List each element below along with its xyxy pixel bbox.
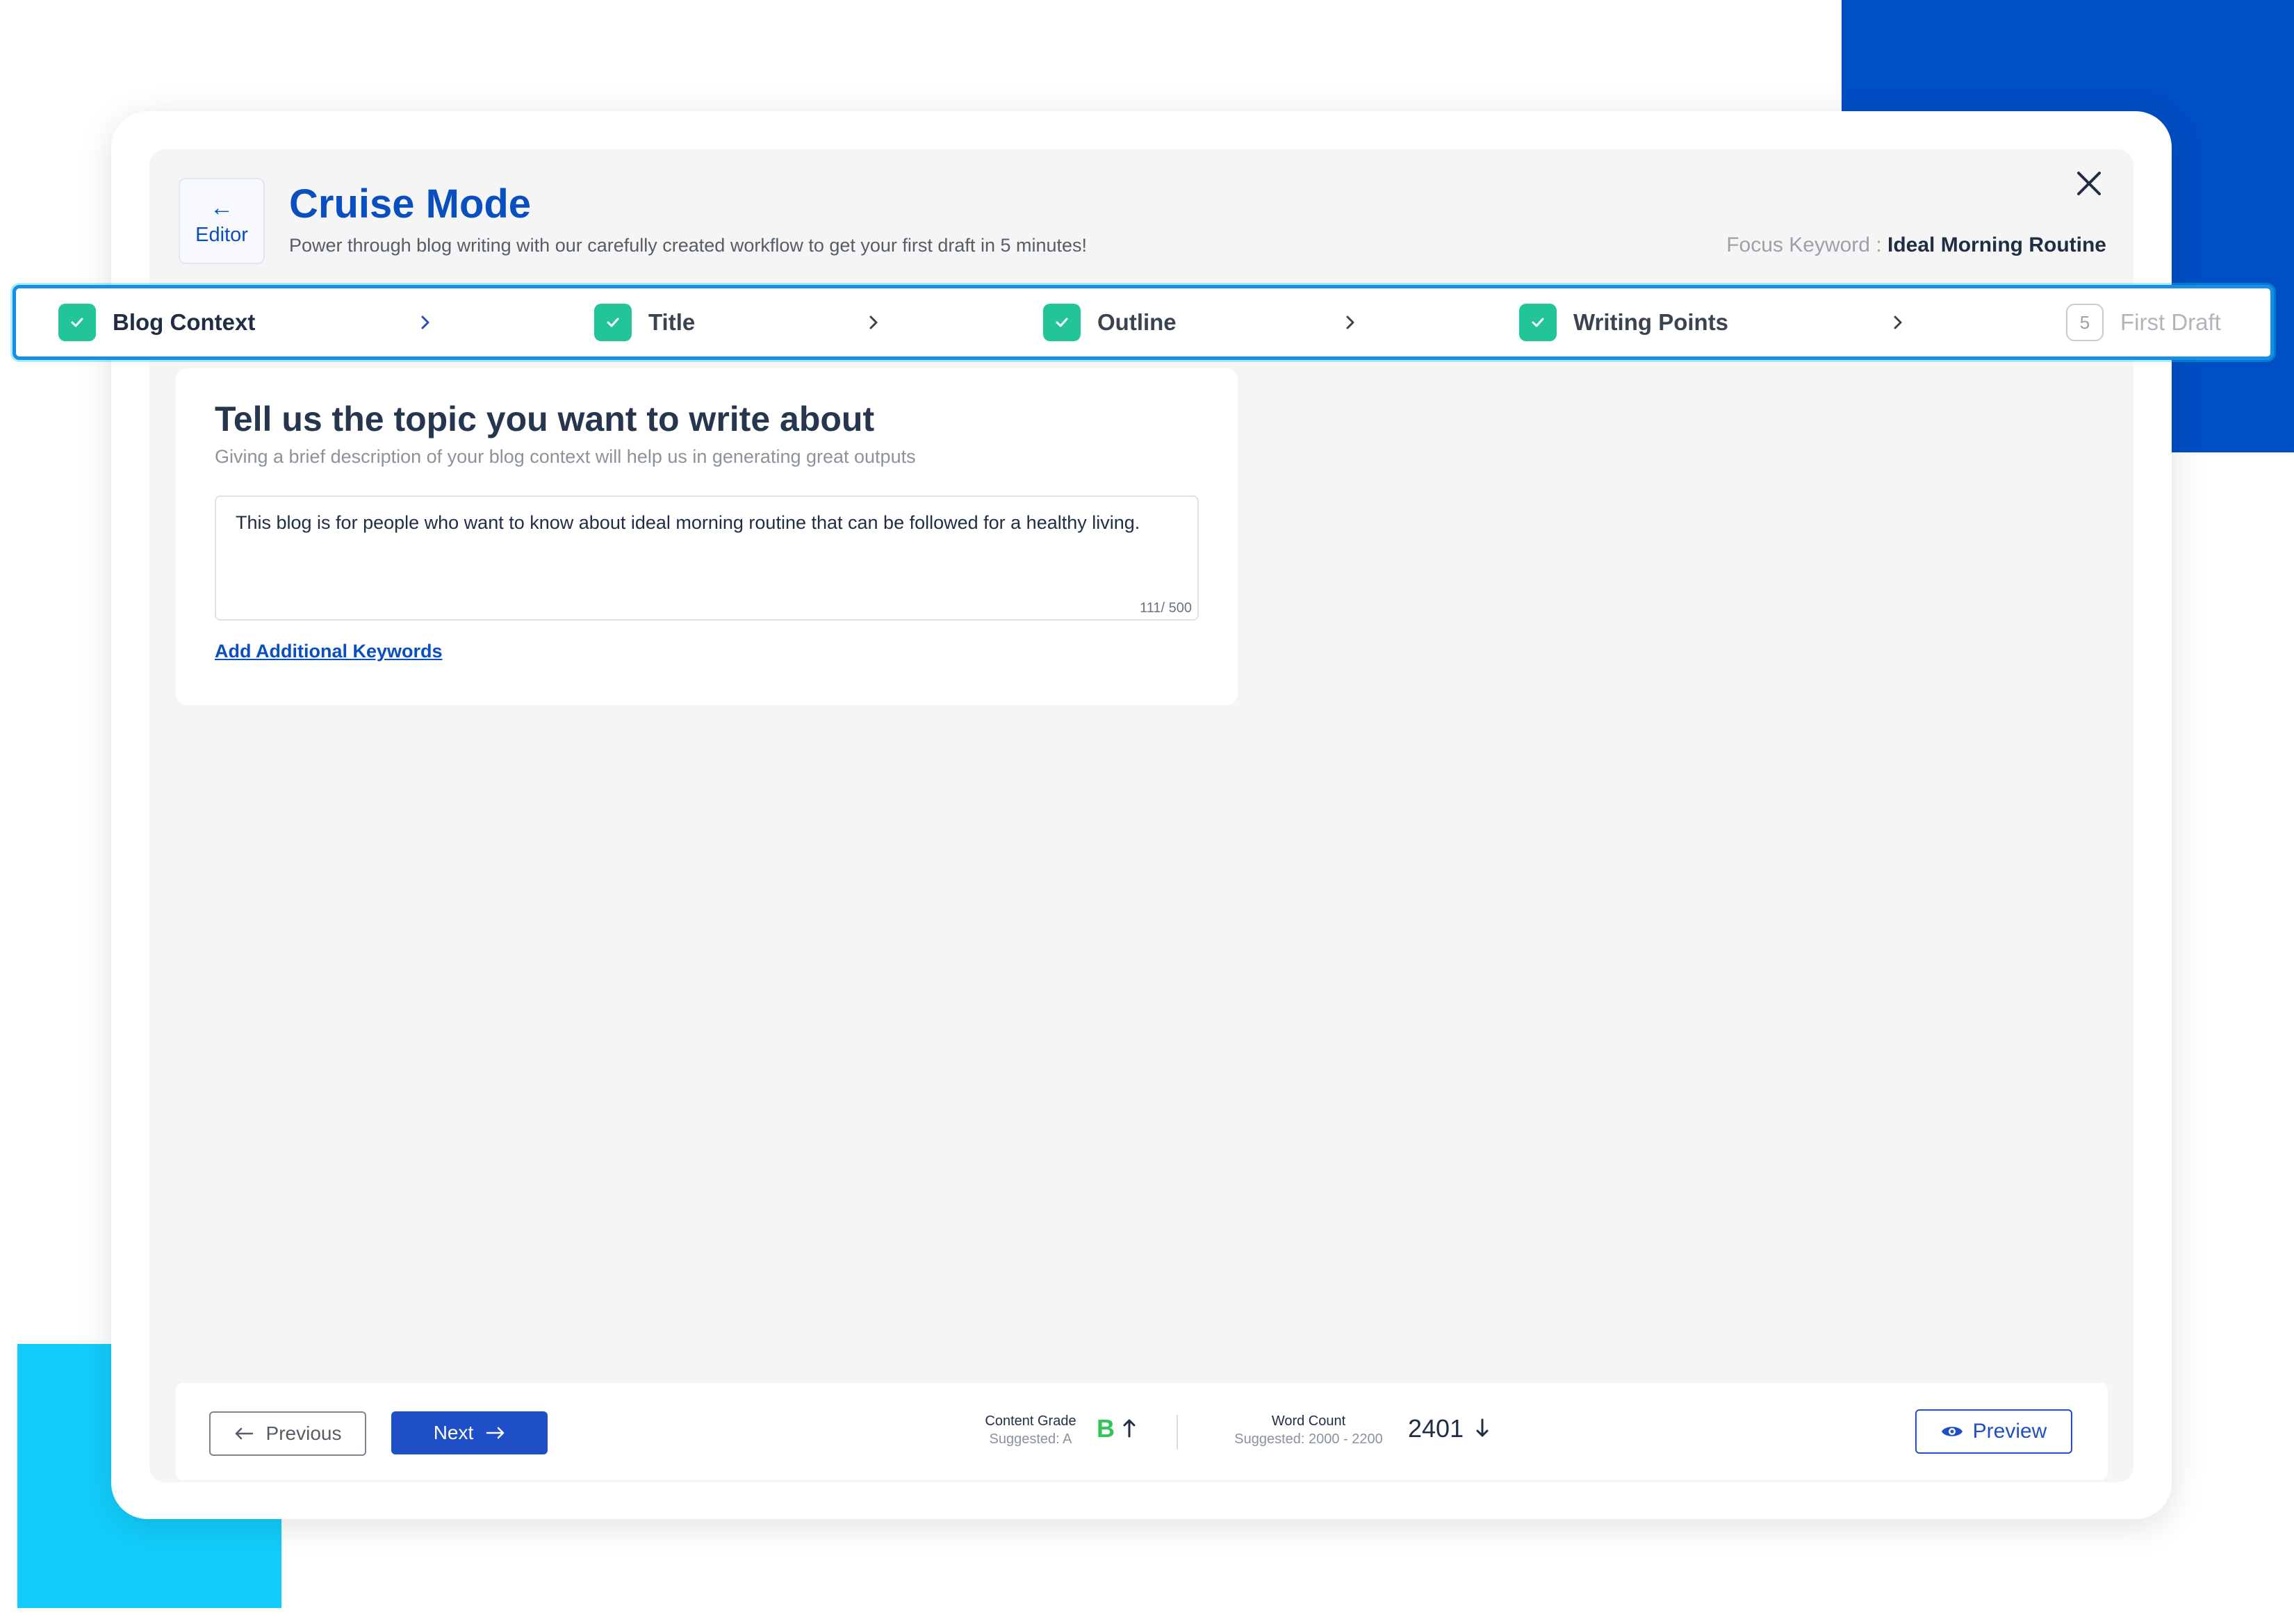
- chevron-right-icon: [1343, 288, 1358, 356]
- focus-keyword: Focus Keyword : Ideal Morning Routine: [1726, 233, 2106, 257]
- arrow-right-icon: [486, 1427, 505, 1439]
- step-blog-context[interactable]: Blog Context: [58, 288, 255, 356]
- textarea-value: This blog is for people who want to know…: [236, 512, 1140, 533]
- step-outline[interactable]: Outline: [1043, 288, 1177, 356]
- word-count-suggested: Suggested: 2000 - 2200: [1234, 1432, 1383, 1447]
- arrow-left-icon: [235, 1427, 253, 1440]
- arrow-left-icon: ←: [210, 194, 234, 221]
- preview-button[interactable]: Preview: [1915, 1409, 2072, 1454]
- content-grade-label: Content Grade: [985, 1413, 1076, 1429]
- close-button[interactable]: [2070, 164, 2108, 203]
- arrow-up-icon: [1123, 1419, 1136, 1438]
- previous-button-label: Previous: [265, 1422, 342, 1444]
- section-subheading: Giving a brief description of your blog …: [215, 446, 916, 467]
- section-heading: Tell us the topic you want to write abou…: [215, 400, 875, 438]
- step-label: Outline: [1097, 309, 1177, 335]
- step-number: 5: [2066, 304, 2104, 341]
- page-subtitle: Power through blog writing with our care…: [289, 235, 1088, 256]
- next-button[interactable]: Next: [391, 1411, 548, 1454]
- step-label: Writing Points: [1573, 309, 1729, 335]
- footer-bar: Previous Next Content Grade Suggested: A…: [176, 1383, 2108, 1480]
- blog-context-textarea[interactable]: This blog is for people who want to know…: [215, 495, 1199, 621]
- check-icon: [1043, 304, 1081, 341]
- check-icon: [594, 304, 632, 341]
- word-count-label: Word Count: [1271, 1413, 1346, 1429]
- back-to-editor-button[interactable]: ← Editor: [179, 178, 265, 264]
- preview-button-label: Preview: [1972, 1420, 2047, 1443]
- character-counter: 111/ 500: [1140, 600, 1192, 616]
- page-title: Cruise Mode: [289, 181, 532, 227]
- chevron-right-icon: [866, 288, 881, 356]
- step-label: First Draft: [2120, 309, 2221, 335]
- step-writing-points[interactable]: Writing Points: [1519, 288, 1728, 356]
- metrics-divider: [1177, 1415, 1178, 1450]
- arrow-down-icon: [1476, 1418, 1489, 1437]
- check-icon: [58, 304, 96, 341]
- eye-icon: [1941, 1427, 1963, 1436]
- content-grade-suggested: Suggested: A: [989, 1432, 1072, 1447]
- word-count-value: 2401: [1408, 1414, 1490, 1443]
- focus-keyword-label: Focus Keyword :: [1726, 233, 1887, 256]
- close-icon: [2077, 172, 2101, 195]
- step-label: Title: [648, 309, 696, 335]
- add-additional-keywords-link[interactable]: Add Additional Keywords: [215, 641, 443, 662]
- progress-stepper: Blog Context Title Outline Writing Point…: [13, 285, 2274, 360]
- blog-context-card: Tell us the topic you want to write abou…: [176, 368, 1238, 705]
- word-count-number: 2401: [1408, 1414, 1464, 1443]
- chevron-right-icon: [1890, 288, 1906, 356]
- content-grade-value: B: [1097, 1414, 1137, 1443]
- back-button-label: Editor: [195, 223, 248, 246]
- next-button-label: Next: [433, 1422, 474, 1443]
- chevron-right-icon: [418, 288, 433, 356]
- grade-letter: B: [1097, 1414, 1115, 1443]
- step-label: Blog Context: [113, 309, 256, 335]
- previous-button[interactable]: Previous: [209, 1411, 366, 1456]
- focus-keyword-value: Ideal Morning Routine: [1887, 233, 2106, 256]
- step-title[interactable]: Title: [594, 288, 695, 356]
- check-icon: [1519, 304, 1557, 341]
- step-first-draft[interactable]: 5 First Draft: [2066, 288, 2221, 356]
